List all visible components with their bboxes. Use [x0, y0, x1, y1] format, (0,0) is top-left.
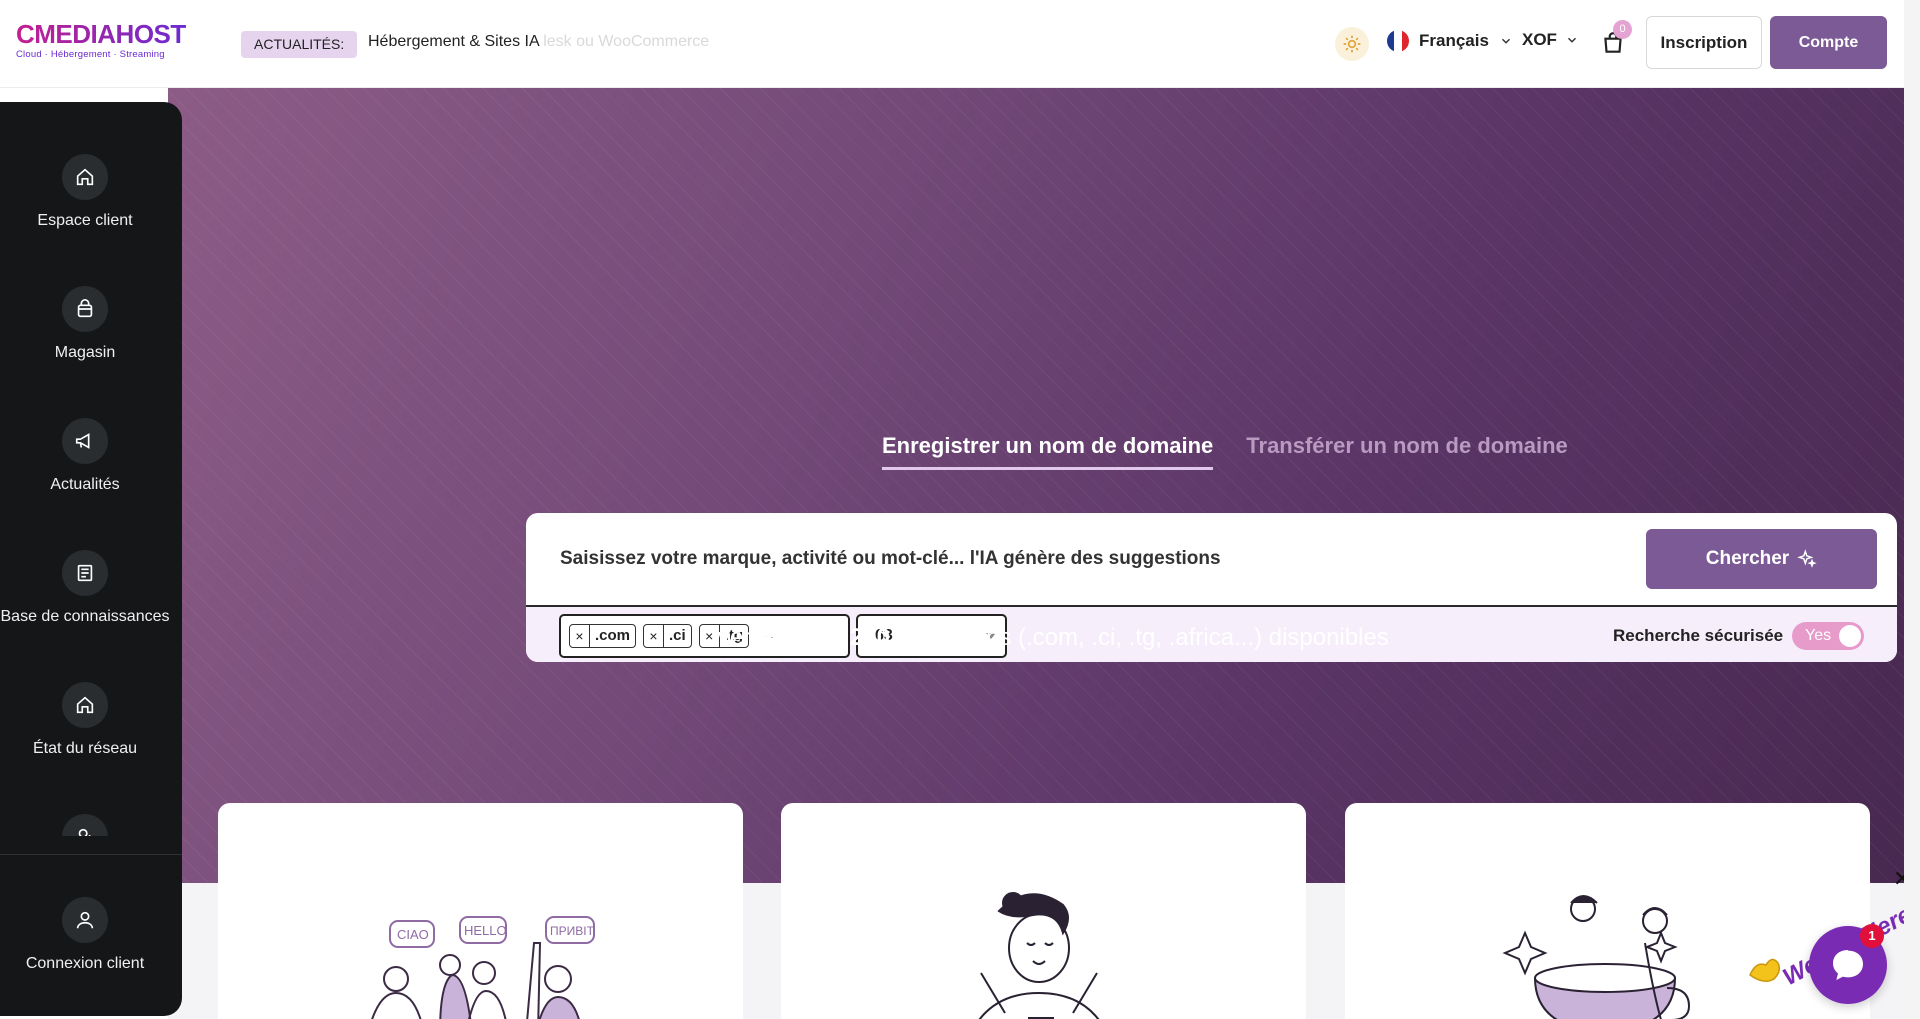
theme-toggle-button[interactable] [1335, 27, 1369, 61]
sidebar-divider [0, 854, 182, 855]
chat-unread-badge: 1 [1860, 924, 1884, 948]
page-scrollbar[interactable] [1904, 0, 1920, 1019]
france-flag-icon [1387, 30, 1409, 52]
sidebar-item-network-status[interactable]: État du réseau [0, 682, 170, 758]
home-icon [62, 682, 108, 728]
account-button[interactable]: Compte [1770, 16, 1887, 69]
sidebar-item-client-area[interactable]: Espace client [0, 154, 170, 230]
search-button-label: Chercher [1705, 548, 1790, 569]
sidebar-item-knowledge-base[interactable]: Base de connaissances [0, 550, 170, 626]
sidebar-item-label: Base de connaissances [0, 608, 170, 625]
cart-count-badge: 0 [1613, 20, 1632, 39]
language-label: Français [1419, 31, 1489, 50]
left-sidebar: Espace client Magasin Actualités Base de… [0, 102, 182, 1016]
sparkle-icon [1797, 549, 1817, 568]
shopping-bag-icon [62, 286, 108, 332]
logo-text: CMEDIAHOST [16, 19, 186, 49]
sun-icon [1343, 35, 1361, 53]
sidebar-item-label: Magasin [54, 344, 116, 361]
megaphone-icon [62, 418, 108, 464]
woman-knitting-illustration [978, 892, 1100, 1019]
news-badge: ACTUALITÉS: [241, 31, 358, 58]
tab-transfer-domain[interactable]: Transférer un nom de domaine [1246, 433, 1568, 470]
extensions-info-bold: Plus de 250 [757, 624, 890, 651]
domain-search-hero: Enregistrer un nom de domaine Transférer… [168, 88, 1920, 883]
news-ticker-fading-text: lesk ou WooCommerce [543, 33, 710, 50]
sidebar-item-label: Espace client [37, 212, 133, 229]
domain-search-input[interactable] [560, 513, 1610, 605]
chevron-down-icon [1567, 37, 1576, 43]
sidebar-item-client-login[interactable]: Connexion client [0, 897, 170, 973]
speech-bubble-ciao: CIAO [397, 927, 429, 942]
signup-button[interactable]: Inscription [1646, 16, 1762, 69]
top-header: CMEDIAHOST Cloud · Hébergement · Streami… [0, 0, 1920, 88]
people-greeting-illustration: CIAO HELLO ПРИВІТ [371, 916, 595, 1019]
news-ticker-text: Hébergement & Sites IA [368, 33, 539, 50]
user-plus-icon [62, 814, 108, 836]
extensions-info-prefix: Over [699, 624, 752, 651]
sidebar-item-label: Actualités [50, 476, 120, 493]
sidebar-item-store[interactable]: Magasin [0, 286, 170, 362]
sidebar-item-add-contact[interactable] [0, 814, 170, 836]
chevron-down-icon [1501, 38, 1510, 44]
home-icon [62, 154, 108, 200]
speech-bubble-privit: ПРИВІТ [550, 924, 595, 938]
feature-card-multilingual[interactable]: CIAO HELLO ПРИВІТ [218, 803, 743, 1019]
user-icon [62, 897, 108, 943]
book-icon [62, 550, 108, 596]
logo-tagline: Cloud · Hébergement · Streaming [16, 49, 165, 60]
hero-background-pattern [168, 88, 1920, 883]
language-selector[interactable]: Français [1387, 30, 1513, 52]
waving-hand-icon [1749, 958, 1781, 982]
sidebar-item-news[interactable]: Actualités [0, 418, 170, 494]
chat-bubble-icon [1833, 950, 1863, 980]
sidebar-item-label: État du réseau [32, 740, 138, 757]
search-button[interactable]: Chercher [1646, 529, 1877, 589]
domain-tabs: Enregistrer un nom de domaine Transférer… [882, 433, 1568, 470]
sidebar-item-label: Connexion client [25, 955, 145, 972]
speech-bubble-hello: HELLO [464, 923, 507, 938]
currency-selector[interactable]: XOF [1522, 30, 1579, 50]
feature-card-developer[interactable] [781, 803, 1306, 1019]
extensions-info-suffix: extensions (.com, .ci, .tg, .africa...) … [896, 624, 1389, 651]
extensions-info-text: Over Plus de 250 extensions (.com, .ci, … [168, 624, 1920, 652]
currency-label: XOF [1522, 30, 1557, 49]
tab-register-domain[interactable]: Enregistrer un nom de domaine [882, 433, 1214, 470]
news-ticker[interactable]: Hébergement & Sites IA lesk ou WooCommer… [368, 33, 709, 51]
brand-logo[interactable]: CMEDIAHOST Cloud · Hébergement · Streami… [16, 20, 186, 60]
